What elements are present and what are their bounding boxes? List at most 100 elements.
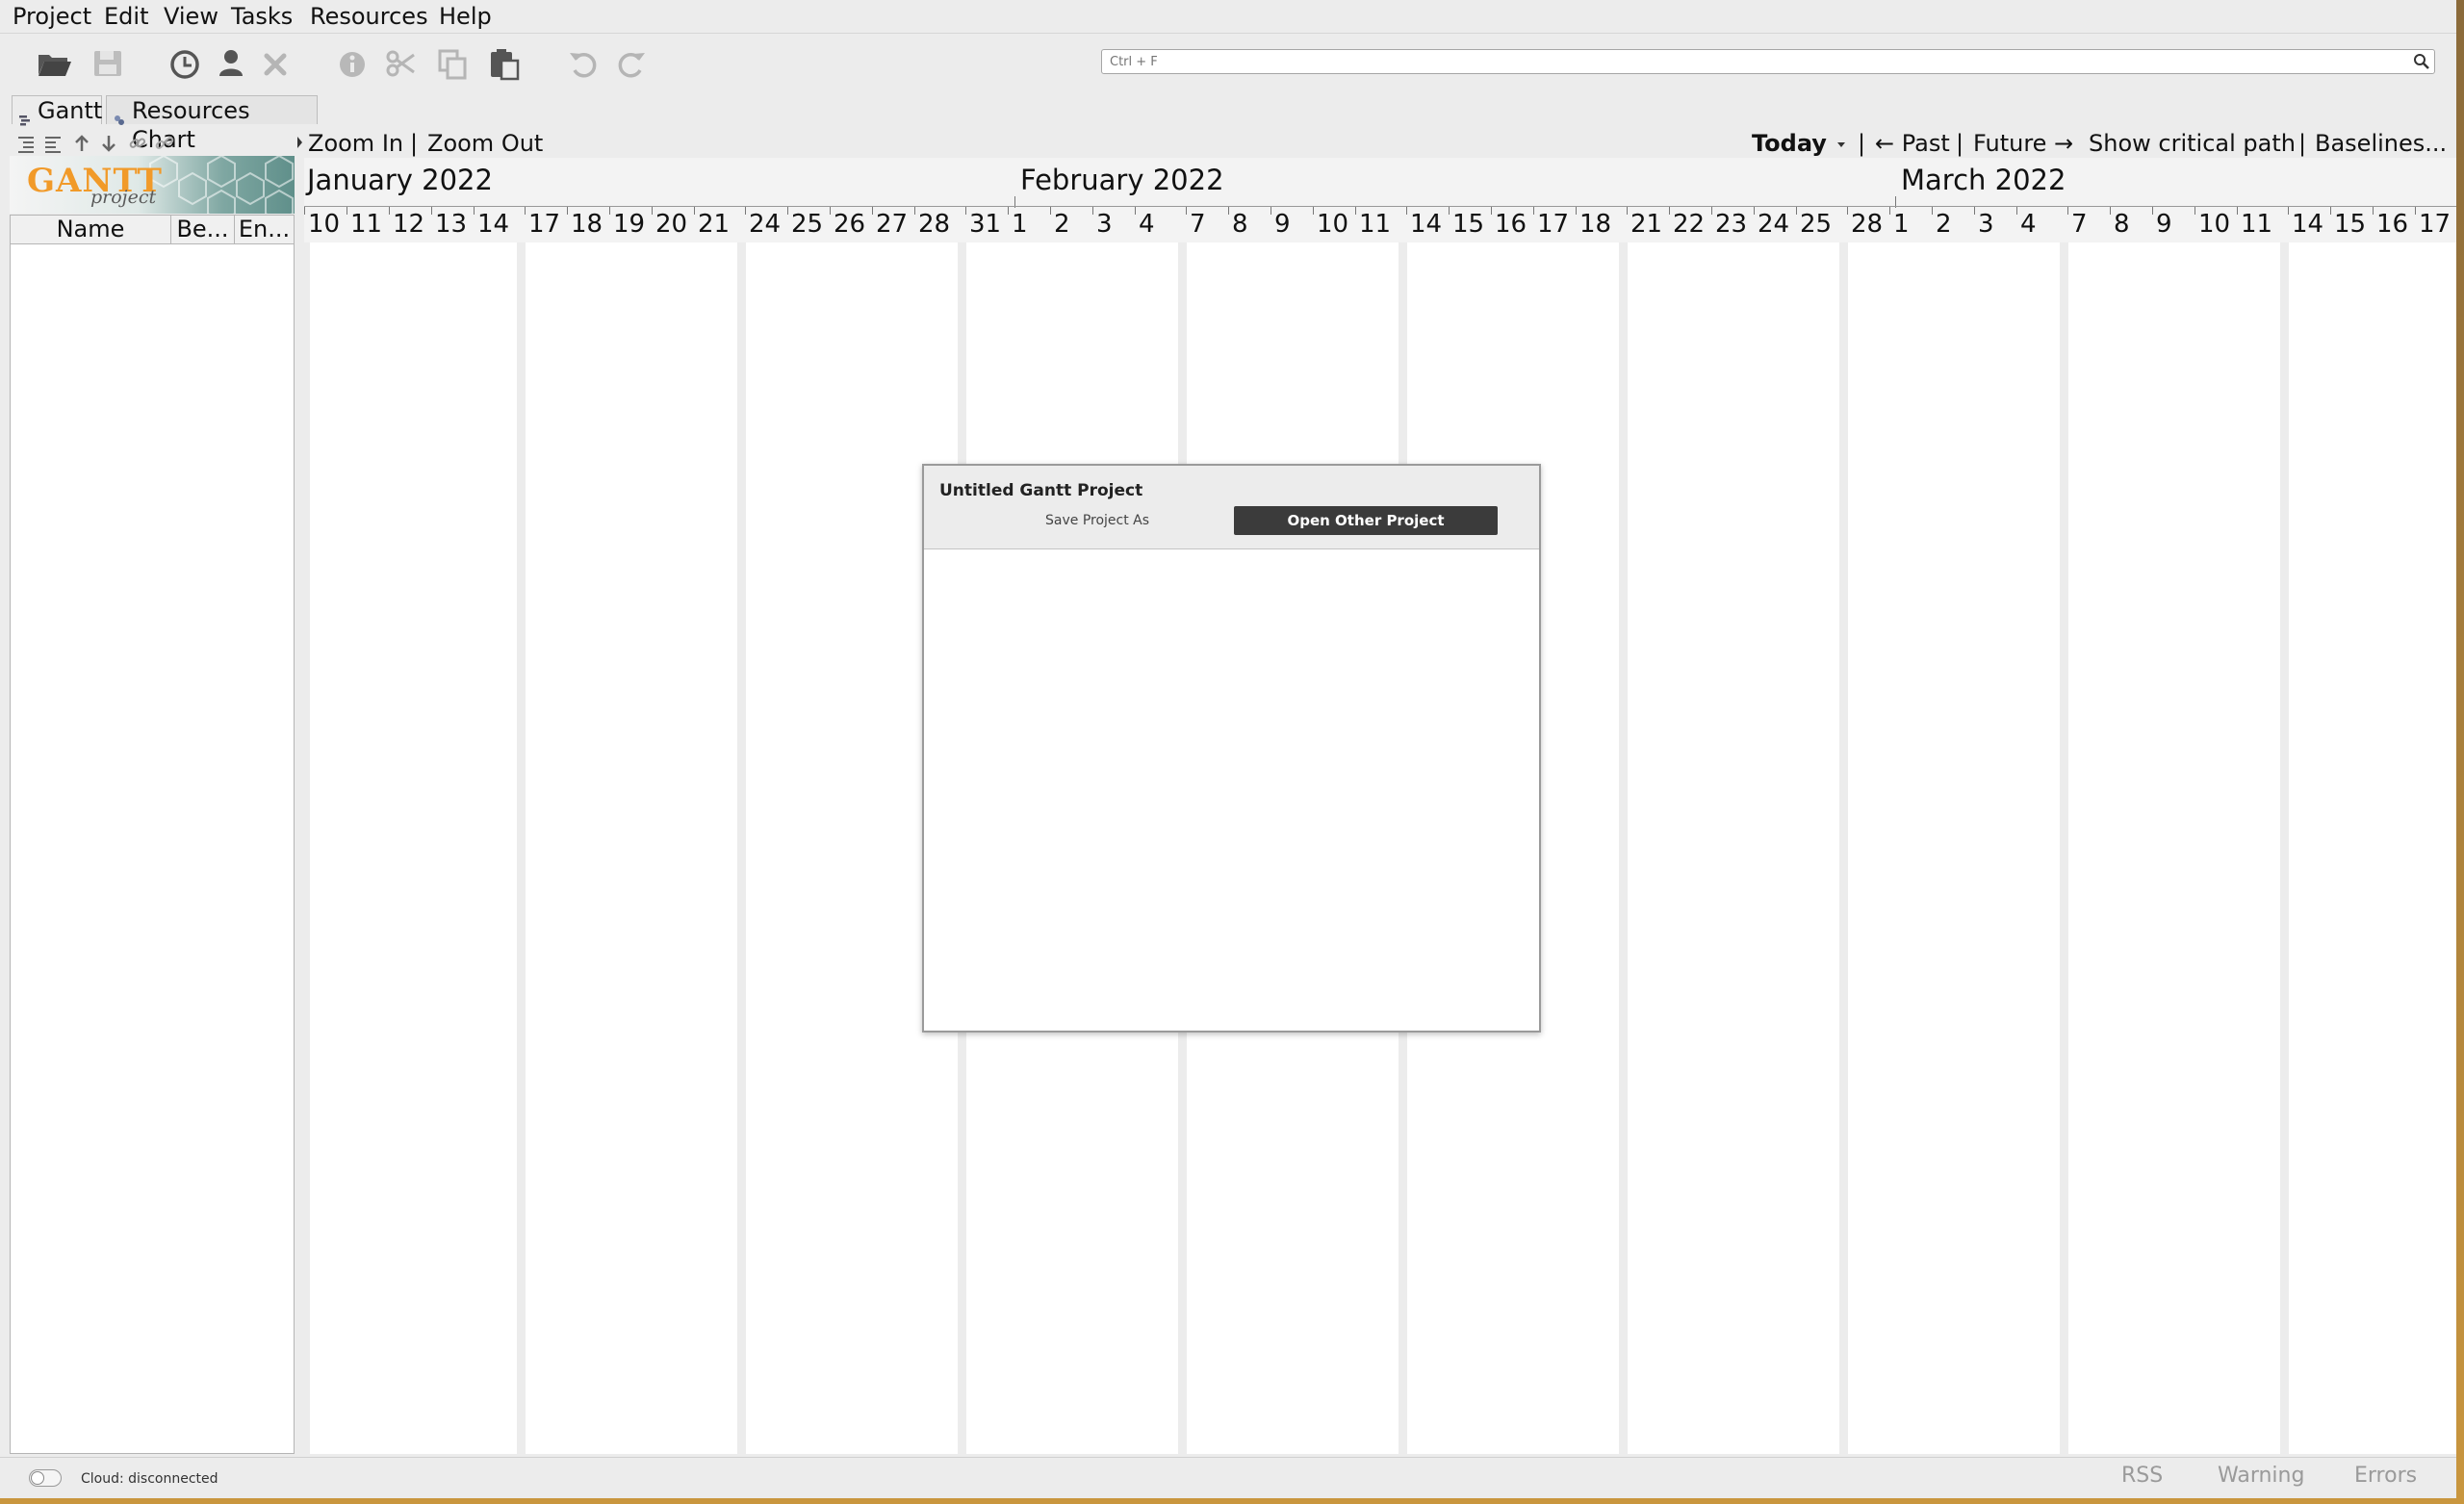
warning-button[interactable]: Warning [2218, 1464, 2304, 1488]
gantt-tab-icon [18, 105, 32, 126]
toggle-knob [31, 1471, 44, 1485]
copy-icon[interactable] [433, 43, 472, 82]
weekend-stripe [1839, 242, 1848, 1454]
zoom-in-button[interactable]: Zoom In [308, 129, 403, 158]
day-label: 25 [1800, 210, 1833, 239]
day-label: 16 [2376, 210, 2409, 239]
day-label: 8 [1232, 210, 1248, 239]
weekend-stripe [2280, 242, 2289, 1454]
day-tick [1270, 207, 1271, 215]
day-tick [389, 207, 390, 215]
day-tick [1228, 207, 1229, 215]
task-tree-toolbar [10, 129, 294, 156]
indent-icon[interactable] [15, 133, 37, 154]
weekend-stripe [737, 242, 746, 1454]
day-tick [567, 207, 568, 215]
save-project-as-button[interactable]: Save Project As [1045, 513, 1149, 528]
open-other-project-button[interactable]: Open Other Project [1234, 506, 1498, 535]
open-folder-icon[interactable] [35, 43, 73, 82]
day-label: 27 [876, 210, 909, 239]
day-label: 2 [1936, 210, 1952, 239]
day-tick [1449, 207, 1450, 215]
menu-help[interactable]: Help [439, 2, 492, 31]
undo-icon[interactable] [564, 43, 603, 82]
day-label: 19 [613, 210, 646, 239]
today-button[interactable]: Today [1752, 129, 1827, 158]
day-label: 11 [350, 210, 383, 239]
day-label: 15 [2334, 210, 2367, 239]
paste-icon[interactable] [485, 43, 524, 82]
day-label: 16 [1495, 210, 1527, 239]
day-label: 26 [834, 210, 866, 239]
menu-tasks[interactable]: Tasks [231, 2, 293, 31]
day-tick [1050, 207, 1051, 215]
cloud-toggle[interactable] [29, 1469, 62, 1487]
cut-icon[interactable] [381, 43, 420, 82]
day-tick [787, 207, 788, 215]
column-header-end[interactable]: En... [235, 216, 294, 243]
day-label: 4 [1139, 210, 1155, 239]
day-tick [1186, 207, 1187, 215]
day-tick [2373, 207, 2374, 215]
project-dialog: Untitled Gantt Project Save Project As O… [922, 464, 1541, 1032]
baselines-button[interactable]: Baselines... [2315, 129, 2447, 158]
panel-splitter[interactable] [295, 129, 303, 1455]
column-header-name[interactable]: Name [11, 216, 171, 243]
day-tick [1711, 207, 1712, 215]
info-icon[interactable] [333, 43, 372, 82]
search-input[interactable] [1101, 49, 2435, 74]
day-tick [1754, 207, 1755, 215]
show-critical-path-button[interactable]: Show critical path [2089, 129, 2296, 158]
day-label: 9 [1274, 210, 1291, 239]
day-tick [346, 207, 347, 215]
day-tick [1974, 207, 1975, 215]
gantt-app-window: Project Edit View Tasks Resources Help C… [0, 0, 2456, 1498]
separator: | [2298, 130, 2307, 157]
day-label: 17 [1537, 210, 1570, 239]
month-label: January 2022 [307, 164, 493, 196]
past-button[interactable]: ← Past [1875, 129, 1950, 158]
rss-button[interactable]: RSS [2121, 1464, 2163, 1488]
day-label: 18 [1579, 210, 1612, 239]
menu-edit[interactable]: Edit [104, 2, 148, 31]
errors-button[interactable]: Errors [2354, 1464, 2417, 1488]
search-icon[interactable] [2412, 52, 2431, 71]
move-up-icon[interactable] [71, 133, 92, 154]
redo-icon[interactable] [612, 43, 651, 82]
day-tick [2330, 207, 2331, 215]
day-tick [431, 207, 432, 215]
day-label: 3 [1096, 210, 1113, 239]
day-tick [914, 207, 915, 215]
menu-view[interactable]: View [164, 2, 218, 31]
tab-gantt[interactable]: Gantt [12, 95, 103, 126]
delete-icon[interactable] [256, 43, 295, 82]
future-button[interactable]: Future → [1973, 129, 2073, 158]
tab-resources-chart[interactable]: Resources Chart [106, 95, 318, 153]
day-label: 24 [1758, 210, 1790, 239]
day-tick [1669, 207, 1670, 215]
outdent-icon[interactable] [42, 133, 64, 154]
zoom-out-button[interactable]: Zoom Out [427, 129, 543, 158]
day-label: 23 [1715, 210, 1748, 239]
day-label: 20 [655, 210, 688, 239]
tab-gantt-label: Gantt [38, 97, 103, 124]
day-label: 21 [1630, 210, 1663, 239]
link-icon[interactable] [127, 133, 148, 154]
history-icon[interactable] [166, 43, 204, 82]
task-table[interactable]: Name Be... En... [10, 215, 295, 1454]
day-label: 1 [1012, 210, 1028, 239]
day-tick [1491, 207, 1492, 215]
save-icon[interactable] [89, 43, 127, 82]
collapse-arrow-icon[interactable] [296, 135, 304, 154]
user-icon[interactable] [212, 43, 250, 82]
resources-tab-icon [113, 105, 126, 125]
day-tick [474, 207, 475, 215]
column-header-begin[interactable]: Be... [171, 216, 235, 243]
move-down-icon[interactable] [98, 133, 119, 154]
day-label: 13 [435, 210, 468, 239]
day-tick [830, 207, 831, 215]
day-tick [1847, 207, 1848, 215]
menu-resources[interactable]: Resources [310, 2, 428, 31]
unlink-icon[interactable] [154, 133, 175, 154]
menu-project[interactable]: Project [13, 2, 91, 31]
